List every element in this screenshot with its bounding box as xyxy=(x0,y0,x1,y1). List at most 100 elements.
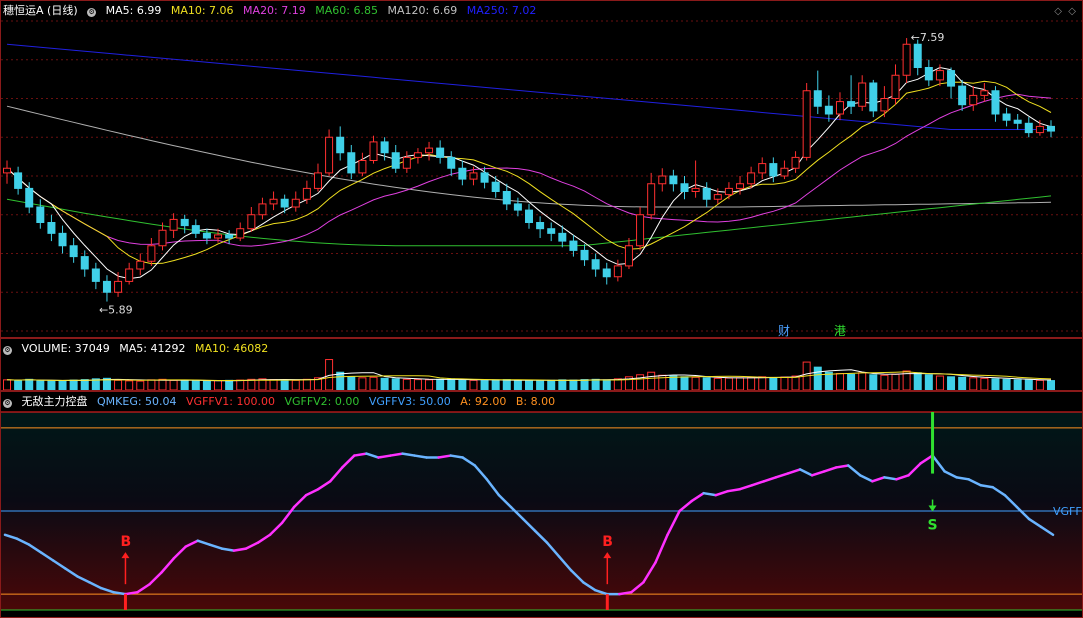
candle-body xyxy=(47,222,56,234)
volume-bar xyxy=(369,376,378,390)
candle-body xyxy=(380,141,389,154)
volume-bar xyxy=(469,379,478,390)
candle-body xyxy=(25,187,34,208)
b-label: B: 8.00 xyxy=(515,395,556,408)
candle-body xyxy=(713,194,722,200)
volume-bar xyxy=(302,378,311,390)
volume-bar xyxy=(869,374,878,390)
indicator-header: ⚙ 无敌主力控盘 QMKEG: 50.04 VGFFV1: 100.00 VGF… xyxy=(3,395,561,408)
vol-ma10-label: MA10: 46082 xyxy=(194,342,269,355)
volume-bar xyxy=(636,374,645,390)
candle-body xyxy=(736,183,745,189)
candle-body xyxy=(780,167,789,177)
price-panel[interactable]: 穗恒运A (日线) ⚙ MA5: 6.99 MA10: 7.06 MA20: 7… xyxy=(0,0,1083,338)
volume-bar xyxy=(214,380,223,390)
volume-bar xyxy=(713,377,722,390)
indicator-title: 无敌主力控盘 xyxy=(21,395,88,408)
volume-bar xyxy=(569,379,578,390)
candle-body xyxy=(80,256,89,270)
volume-bar xyxy=(458,379,467,390)
volume-bar xyxy=(36,380,45,390)
candle-body xyxy=(402,156,411,169)
volume-bar xyxy=(1047,380,1055,390)
volume-bar xyxy=(3,379,11,390)
candle-body xyxy=(3,167,11,174)
volume-bar xyxy=(191,380,200,390)
volume-bar xyxy=(502,379,511,390)
candle-body xyxy=(935,70,944,81)
candle-body xyxy=(602,268,611,278)
candle-body xyxy=(547,228,556,234)
candle-body xyxy=(536,222,545,230)
volume-bar xyxy=(158,378,167,390)
volume-bar xyxy=(1024,379,1033,390)
candle-body xyxy=(336,136,345,154)
candle-body xyxy=(758,163,767,174)
candle-body xyxy=(680,183,689,192)
candle-body xyxy=(969,94,978,106)
candle-body xyxy=(313,172,322,189)
candle-body xyxy=(658,175,667,185)
volume-bar xyxy=(547,379,556,390)
candle-body xyxy=(891,74,900,99)
candle-body xyxy=(847,101,856,107)
ma60-label: MA60: 6.85 xyxy=(315,4,378,17)
a-label: A: 92.00 xyxy=(460,395,507,408)
volume-bar xyxy=(613,378,622,390)
indicator-settings-icon[interactable]: ⚙ xyxy=(3,399,12,408)
candle-body xyxy=(147,245,156,262)
ma120-line xyxy=(6,105,1052,208)
candle-body xyxy=(702,187,711,200)
volume-bar xyxy=(202,380,211,390)
candle-body xyxy=(913,43,922,68)
volume-bar xyxy=(136,380,145,390)
volume-bar xyxy=(847,373,856,390)
volume-bar xyxy=(591,378,600,390)
volume-bar xyxy=(180,380,189,390)
candle-body xyxy=(14,172,23,189)
volume-bar xyxy=(813,366,822,390)
volume-bar xyxy=(358,377,367,390)
vol-ma5-label: MA5: 41292 xyxy=(119,342,186,355)
volume-bar xyxy=(536,380,545,390)
candle-body xyxy=(802,90,811,158)
volume-bar xyxy=(991,378,1000,390)
ma120-label: MA120: 6.69 xyxy=(387,4,458,17)
volume-bar xyxy=(413,379,422,390)
candle-body xyxy=(636,214,645,247)
volume-bar xyxy=(436,378,445,390)
candle-body xyxy=(269,198,278,205)
candle-body xyxy=(1024,122,1033,134)
ma10-label: MA10: 7.06 xyxy=(170,4,234,17)
volume-bar xyxy=(769,377,778,390)
candle-body xyxy=(69,245,78,258)
volume-bar xyxy=(935,375,944,390)
sell-signal-label: S xyxy=(928,518,938,534)
volume-settings-icon[interactable]: ⚙ xyxy=(3,346,12,355)
candle-body xyxy=(747,172,756,185)
volume-bar xyxy=(80,379,89,390)
volume-panel[interactable]: ⚙ VOLUME: 37049 MA5: 41292 MA10: 46082 xyxy=(0,338,1083,391)
candle-body xyxy=(669,175,678,185)
candle-body xyxy=(869,82,878,112)
volume-bar xyxy=(680,376,689,390)
candle-body xyxy=(624,245,633,267)
vgffv3-label: VGFFV3: 50.00 xyxy=(368,395,451,408)
candle-body xyxy=(691,187,700,192)
volume-bar xyxy=(1013,379,1022,390)
candle-body xyxy=(291,198,300,208)
candle-body xyxy=(591,259,600,270)
candle-body xyxy=(91,268,100,282)
settings-circle-icon[interactable]: ⚙ xyxy=(87,8,97,17)
candle-body xyxy=(469,172,478,180)
volume-bar xyxy=(147,379,156,390)
candle-body xyxy=(36,206,45,223)
candle-body xyxy=(158,229,167,247)
volume-bar xyxy=(69,379,78,390)
volume-header: ⚙ VOLUME: 37049 MA5: 41292 MA10: 46082 xyxy=(3,342,274,355)
indicator-panel[interactable]: ⚙ 无敌主力控盘 QMKEG: 50.04 VGFFV1: 100.00 VGF… xyxy=(0,391,1083,618)
candle-body xyxy=(458,167,467,180)
volume-bar xyxy=(980,377,989,390)
volume-bar xyxy=(236,379,245,390)
candle-body xyxy=(1035,125,1044,134)
